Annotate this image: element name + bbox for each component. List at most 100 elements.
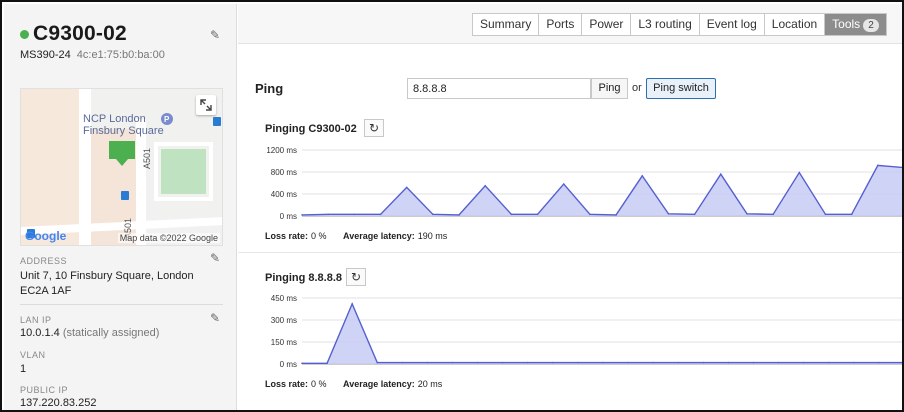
stats-target: Loss rate: 0 % Average latency: 20 ms: [265, 379, 456, 389]
latency-point: [877, 164, 879, 167]
vlan-value: 1: [20, 363, 27, 375]
public-ip-label: PUBLIC IP: [20, 385, 69, 395]
latency-point: [777, 361, 780, 364]
device-subtitle: MS390-24 4c:e1:75:b0:ba:00: [20, 49, 165, 61]
latency-point: [501, 361, 504, 364]
latency-point: [824, 213, 827, 216]
lan-ip-label: LAN IP: [20, 315, 52, 325]
latency-point: [577, 361, 579, 364]
pencil-icon[interactable]: ✎: [210, 312, 222, 324]
refresh-icon: ↻: [350, 270, 362, 284]
latency-point: [405, 186, 408, 189]
lan-ip-value: 10.0.1.4: [20, 327, 60, 339]
device-name: C9300-02: [33, 22, 127, 45]
map-expand-button[interactable]: [196, 95, 216, 115]
latency-point: [301, 214, 303, 216]
latency-label: Average latency:: [343, 379, 415, 389]
pencil-icon[interactable]: ✎: [210, 29, 222, 41]
ping-target-input[interactable]: [407, 78, 591, 99]
latency-point: [853, 361, 855, 364]
latency-area: [302, 303, 902, 364]
latency-point: [652, 361, 654, 364]
address-value: Unit 7, 10 Finsbury Square, London EC2A …: [20, 270, 194, 297]
tab-location[interactable]: Location: [764, 14, 826, 35]
latency-point: [401, 361, 404, 364]
road-label: A501: [142, 147, 152, 169]
expand-icon: [200, 99, 212, 111]
latency-point: [746, 213, 748, 215]
loss-label: Loss rate:: [265, 231, 309, 241]
tab-power[interactable]: Power: [582, 14, 632, 35]
tab-summary[interactable]: Summary: [473, 14, 540, 35]
device-sidebar: C9300-02 ✎ MS390-244c:e1:75:b0:ba:00 P: [4, 4, 237, 410]
latency-value: 190 ms: [417, 231, 448, 241]
tab-tools[interactable]: Tools 2: [825, 14, 886, 35]
latency-point: [376, 361, 379, 364]
tab-event-log[interactable]: Event log: [699, 14, 765, 35]
latency-point: [693, 213, 696, 216]
latency-point: [379, 213, 382, 216]
latency-point: [426, 361, 429, 364]
latency-point: [802, 361, 805, 364]
device-title: C9300-02: [20, 22, 127, 46]
y-tick-label: 300 ms: [271, 316, 297, 325]
y-tick-label: 450 ms: [271, 294, 297, 303]
latency-point: [667, 213, 670, 215]
status-dot: [20, 29, 29, 39]
latency-point: [484, 184, 487, 187]
stats-device: Loss rate: 0 % Average latency: 190 ms: [265, 231, 461, 241]
latency-point: [878, 361, 880, 364]
latency-point: [458, 214, 460, 216]
latency-point: [627, 361, 629, 364]
latency-point: [476, 361, 479, 364]
latency-point: [562, 183, 565, 185]
tab-l3-routing[interactable]: L3 routing: [631, 14, 700, 35]
tab-list: Summary Ports Power L3 routing Event log…: [472, 13, 887, 36]
ping-chart-target: 0 ms 150 ms 300 ms 450 ms: [271, 294, 902, 369]
ping-title: Ping: [255, 81, 284, 96]
section-title-target: Pinging 8.8.8.8: [265, 272, 343, 284]
device-mac: 4c:e1:75:b0:ba:00: [76, 49, 165, 61]
latency-point: [327, 213, 329, 216]
y-tick-label: 0 ms: [280, 212, 297, 221]
latency-value: 20 ms: [417, 379, 443, 389]
latency-area: [302, 165, 902, 216]
refresh-button[interactable]: ↻: [364, 119, 384, 137]
latency-point: [702, 361, 705, 364]
section-title-device: Pinging C9300-02: [265, 123, 357, 135]
ping-switch-button[interactable]: Ping switch: [646, 78, 716, 99]
y-tick-label: 0 ms: [280, 360, 297, 369]
tools-panel: Summary Ports Power L3 routing Event log…: [238, 4, 902, 410]
latency-point: [301, 362, 303, 365]
y-tick-label: 800 ms: [271, 168, 297, 177]
latency-point: [752, 361, 755, 364]
device-model: MS390-24: [20, 49, 71, 61]
y-tick-label: 150 ms: [271, 338, 297, 347]
latency-point: [552, 361, 554, 364]
tab-ports[interactable]: Ports: [539, 14, 583, 35]
pencil-icon[interactable]: ✎: [210, 252, 222, 264]
latency-point: [677, 361, 680, 364]
location-map[interactable]: P NCP London Finsbury Square A501 A501 G…: [20, 88, 223, 246]
tools-count-badge: 2: [863, 19, 879, 32]
address-label: ADDRESS: [20, 256, 68, 266]
divider: [20, 304, 223, 305]
latency-point: [326, 362, 328, 365]
latency-point: [602, 361, 604, 364]
refresh-button[interactable]: ↻: [346, 268, 366, 286]
ping-button[interactable]: Ping: [591, 78, 628, 99]
latency-point: [798, 171, 801, 174]
latency-point: [432, 213, 434, 216]
latency-point: [451, 361, 454, 364]
lan-ip-note: (statically assigned): [62, 327, 160, 339]
latency-point: [850, 213, 853, 216]
latency-line: [302, 302, 902, 364]
loss-value: 0 %: [311, 379, 327, 389]
latency-point: [727, 361, 730, 364]
refresh-icon: ↻: [368, 121, 380, 135]
latency-point: [772, 213, 774, 216]
latency-point: [641, 175, 644, 177]
tab-tools-label: Tools: [832, 17, 861, 31]
tabs-bar: Summary Ports Power L3 routing Event log…: [238, 4, 902, 44]
y-tick-label: 400 ms: [271, 190, 297, 199]
